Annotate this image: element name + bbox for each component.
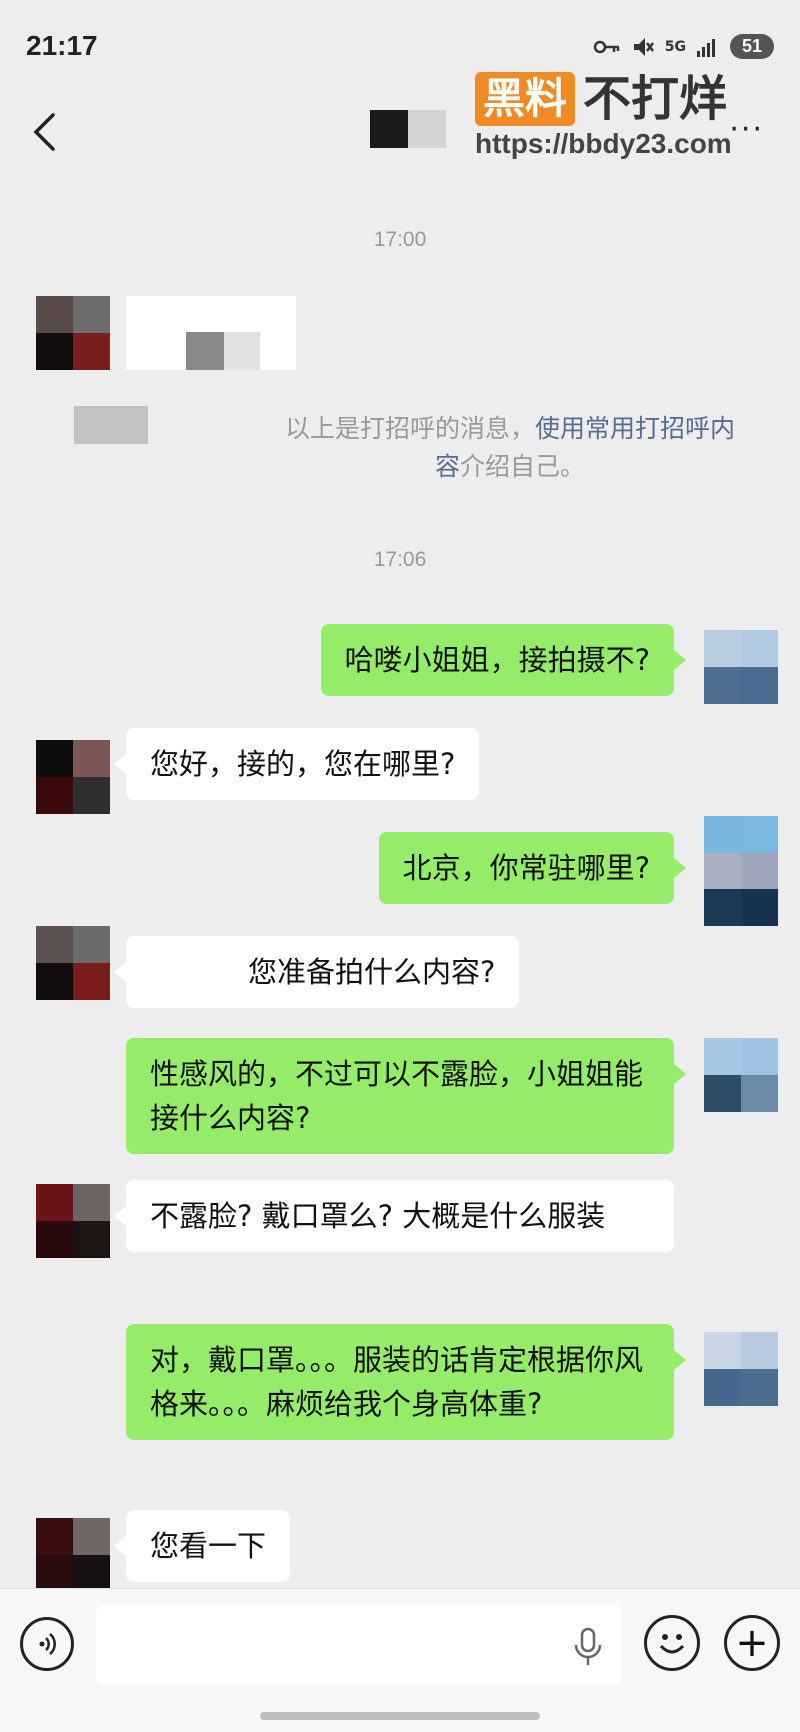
my-avatar[interactable] (704, 1038, 778, 1112)
watermark: 黑料 不打烊 https://bbdy23.com (475, 72, 775, 172)
message-bubble-outgoing[interactable]: 对，戴口罩。。。服装的话肯定根据你风格来。。。麻烦给我个身高体重? (126, 1324, 686, 1440)
chevron-left-icon (33, 113, 55, 151)
watermark-brand: 不打烊 (583, 71, 728, 127)
my-avatar[interactable] (704, 816, 778, 926)
timestamp: 17:06 (373, 548, 427, 571)
status-icons: 5G 51 (593, 34, 774, 59)
back-button[interactable] (24, 102, 64, 162)
system-message-suffix: 介绍自己。 (460, 452, 586, 481)
battery-badge: 51 (729, 34, 774, 59)
microphone-icon[interactable] (570, 1627, 606, 1667)
emoji-button[interactable] (644, 1615, 700, 1671)
key-icon (593, 40, 619, 53)
home-indicator (260, 1712, 540, 1720)
avatar[interactable] (36, 1184, 110, 1258)
avatar[interactable] (36, 926, 110, 1000)
voice-button[interactable] (20, 1617, 74, 1671)
message-bubble-outgoing[interactable]: 性感风的，不过可以不露脸，小姐姐能接什么内容? (126, 1038, 686, 1154)
signal-icon (696, 38, 715, 57)
emoji-icon (659, 1634, 685, 1654)
redaction-block (186, 332, 224, 370)
message-input[interactable] (96, 1605, 622, 1685)
message-bubble-outgoing[interactable]: 北京，你常驻哪里? (378, 832, 687, 904)
plus-button[interactable]: + (724, 1615, 780, 1671)
message-bubble-incoming[interactable]: 您准备拍什么内容? (113, 936, 520, 1008)
watermark-badge: 黑料 (475, 72, 576, 126)
redaction-block (224, 332, 260, 370)
mute-icon (633, 37, 654, 56)
redaction-block (74, 406, 148, 444)
status-time: 21:17 (26, 30, 98, 61)
message-bubble-outgoing[interactable]: 哈喽小姐姐，接拍摄不? (320, 624, 687, 696)
input-bar: + (0, 1588, 800, 1732)
message-bubble-incoming[interactable]: 不露脸? 戴口罩么? 大概是什么服装 (114, 1180, 674, 1252)
message-bubble-incoming[interactable]: 您看一下 (113, 1510, 291, 1582)
network-label: 5G (664, 38, 686, 55)
system-message-prefix: 以上是打招呼的消息， (284, 414, 535, 443)
message-bubble-incoming[interactable]: 您好，接的，您在哪里? (113, 728, 480, 800)
plus-icon: + (735, 1620, 769, 1666)
avatar[interactable] (36, 296, 110, 370)
my-avatar[interactable] (704, 630, 778, 704)
system-message: 以上是打招呼的消息，使用常用打招呼内容介绍自己。 (280, 410, 740, 486)
voice-icon (39, 1633, 56, 1655)
my-avatar[interactable] (704, 1332, 778, 1406)
avatar[interactable] (36, 1518, 110, 1592)
watermark-url: https://bbdy23.com (475, 128, 732, 159)
contact-name-redacted (370, 110, 446, 148)
avatar[interactable] (36, 740, 110, 814)
timestamp: 17:00 (373, 228, 427, 251)
